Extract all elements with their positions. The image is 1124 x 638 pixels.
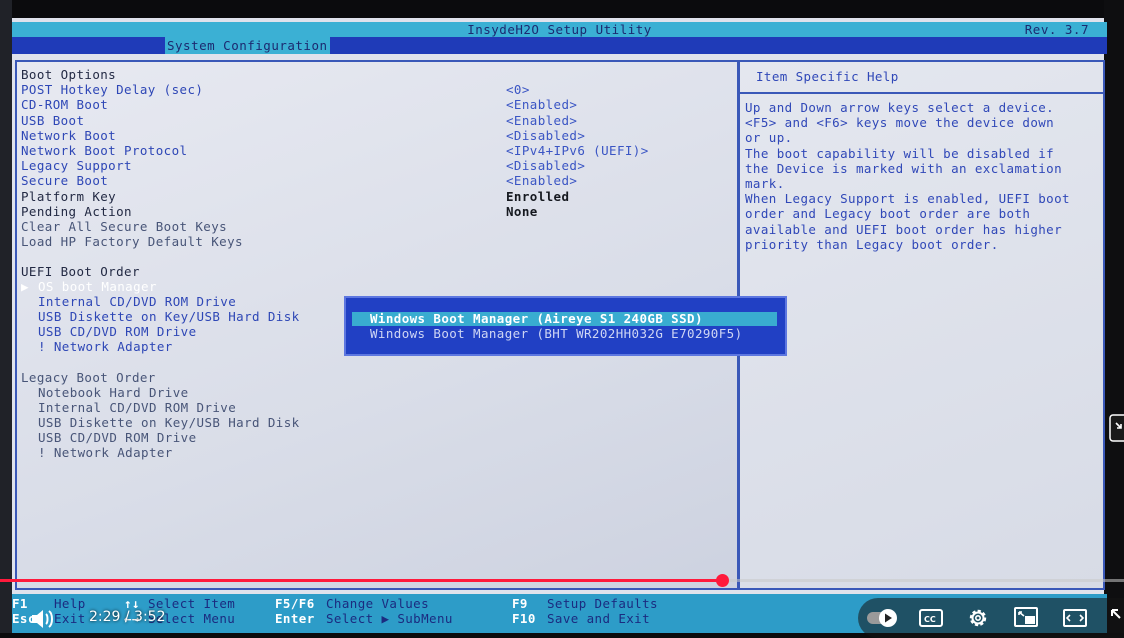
help-text-line: available and UEFI boot order has higher	[745, 222, 1063, 237]
help-text-line: or up.	[745, 130, 793, 145]
help-text-line: the Device is marked with an exclamation	[745, 161, 1063, 176]
option-label-network-boot-protocol[interactable]: Network Boot Protocol	[21, 143, 187, 158]
screen-bezel-left	[0, 0, 12, 633]
option-label-platform-key: Platform Key	[21, 189, 117, 204]
uefi-boot-order-title: UEFI Boot Order	[21, 264, 140, 279]
legacy-boot-order-title: Legacy Boot Order	[21, 370, 156, 385]
option-label-clear-all-secure-boot-keys[interactable]: Clear All Secure Boot Keys	[21, 219, 227, 234]
f1-key: F1	[12, 596, 28, 611]
option-value-legacy-support[interactable]: <Disabled>	[506, 158, 585, 173]
miniplayer-icon[interactable]	[1013, 606, 1039, 632]
f10-desc: Save and Exit	[547, 611, 651, 626]
video-scrubber-handle[interactable]	[716, 574, 729, 587]
revision-label: Rev. 3.7	[1024, 22, 1089, 37]
popup-item-bht-emmc[interactable]: Windows Boot Manager (BHT WR202HH032G E7…	[352, 327, 777, 341]
help-text-line: priority than Legacy boot order.	[745, 237, 999, 252]
video-progress-bar[interactable]	[0, 574, 1124, 587]
boot-options-title: Boot Options	[21, 67, 117, 82]
option-value-secure-boot[interactable]: <Enabled>	[506, 173, 577, 188]
option-value-platform-key: Enrolled	[506, 189, 570, 204]
tab-system-configuration[interactable]: System Configuration	[165, 37, 330, 54]
option-value-network-boot-protocol[interactable]: <IPv4+IPv6 (UEFI)>	[506, 143, 649, 158]
help-header-divider	[740, 92, 1103, 94]
boot-device-popup: Windows Boot Manager (Aireye S1 240GB SS…	[344, 296, 787, 356]
svg-text:CC: CC	[924, 615, 936, 624]
esc-desc: Exit	[54, 611, 86, 626]
f9-key: F9	[512, 596, 528, 611]
autoplay-toggle-icon[interactable]	[866, 608, 900, 632]
f9-desc: Setup Defaults	[547, 596, 658, 611]
help-panel	[740, 60, 1105, 590]
option-value-usb-boot[interactable]: <Enabled>	[506, 113, 577, 128]
legacy-item-notebook-hdd: Notebook Hard Drive	[38, 385, 189, 400]
f1-desc: Help	[54, 596, 86, 611]
closed-captions-icon[interactable]: CC	[918, 608, 944, 632]
option-label-cd-rom-boot[interactable]: CD-ROM Boot	[21, 97, 108, 112]
option-value-pending-action: None	[506, 204, 538, 219]
enter-key: Enter	[275, 611, 315, 626]
volume-icon[interactable]	[30, 607, 56, 635]
option-label-pending-action: Pending Action	[21, 204, 132, 219]
video-progress-fill	[0, 579, 722, 582]
uefi-item-os-boot-manager[interactable]: OS boot Manager	[38, 279, 157, 294]
option-label-legacy-support[interactable]: Legacy Support	[21, 158, 132, 173]
uefi-item-usb-cd-dvd[interactable]: USB CD/DVD ROM Drive	[38, 324, 197, 339]
info-card-icon[interactable]	[1109, 414, 1124, 446]
popup-item-aireye-ssd[interactable]: Windows Boot Manager (Aireye S1 240GB SS…	[352, 312, 777, 326]
help-text-line: order and Legacy boot order are both	[745, 206, 1031, 221]
option-label-secure-boot[interactable]: Secure Boot	[21, 173, 108, 188]
option-value-post-hotkey-delay-sec[interactable]: <0>	[506, 82, 530, 97]
legacy-item-usb-diskette: USB Diskette on Key/USB Hard Disk	[38, 415, 300, 430]
help-text-line: mark.	[745, 176, 785, 191]
help-text-line: <F5> and <F6> keys move the device down	[745, 115, 1055, 130]
uefi-item-network-adapter[interactable]: ! Network Adapter	[38, 339, 173, 354]
option-label-usb-boot[interactable]: USB Boot	[21, 113, 84, 128]
menu-bar: System Configuration	[12, 37, 1107, 54]
legacy-item-network-adapter: ! Network Adapter	[38, 445, 173, 460]
legacy-item-usb-cd-dvd: USB CD/DVD ROM Drive	[38, 430, 197, 445]
f5-f6-key: F5/F6	[275, 596, 315, 611]
option-value-cd-rom-boot[interactable]: <Enabled>	[506, 97, 577, 112]
title-bar: InsydeH2O Setup Utility Rev. 3.7	[12, 22, 1107, 37]
help-text-line: When Legacy Support is enabled, UEFI boo…	[745, 191, 1070, 206]
screen-bezel-right	[1104, 0, 1124, 633]
video-time-display: 2:29 / 3:52	[89, 609, 166, 625]
settings-gear-icon[interactable]	[966, 606, 990, 634]
fullscreen-icon[interactable]	[1110, 608, 1124, 630]
f10-key: F10	[512, 611, 536, 626]
uefi-item-usb-diskette[interactable]: USB Diskette on Key/USB Hard Disk	[38, 309, 300, 324]
help-text-line: The boot capability will be disabled if	[745, 146, 1055, 161]
uefi-selected-marker: ▶	[21, 279, 29, 294]
legacy-item-internal-cd-dvd: Internal CD/DVD ROM Drive	[38, 400, 237, 415]
option-value-network-boot[interactable]: <Disabled>	[506, 128, 585, 143]
uefi-item-internal-cd-dvd[interactable]: Internal CD/DVD ROM Drive	[38, 294, 236, 309]
enter-desc: Select ▶ SubMenu	[326, 611, 453, 626]
theater-mode-icon[interactable]	[1062, 607, 1088, 633]
option-label-load-hp-factory-default-keys[interactable]: Load HP Factory Default Keys	[21, 234, 243, 249]
f5-f6-desc: Change Values	[326, 596, 430, 611]
help-text-line: Up and Down arrow keys select a device.	[745, 100, 1055, 115]
option-label-network-boot[interactable]: Network Boot	[21, 128, 116, 143]
option-label-post-hotkey-delay-sec[interactable]: POST Hotkey Delay (sec)	[21, 82, 203, 97]
app-title: InsydeH2O Setup Utility	[467, 22, 652, 37]
help-title: Item Specific Help	[756, 69, 899, 84]
